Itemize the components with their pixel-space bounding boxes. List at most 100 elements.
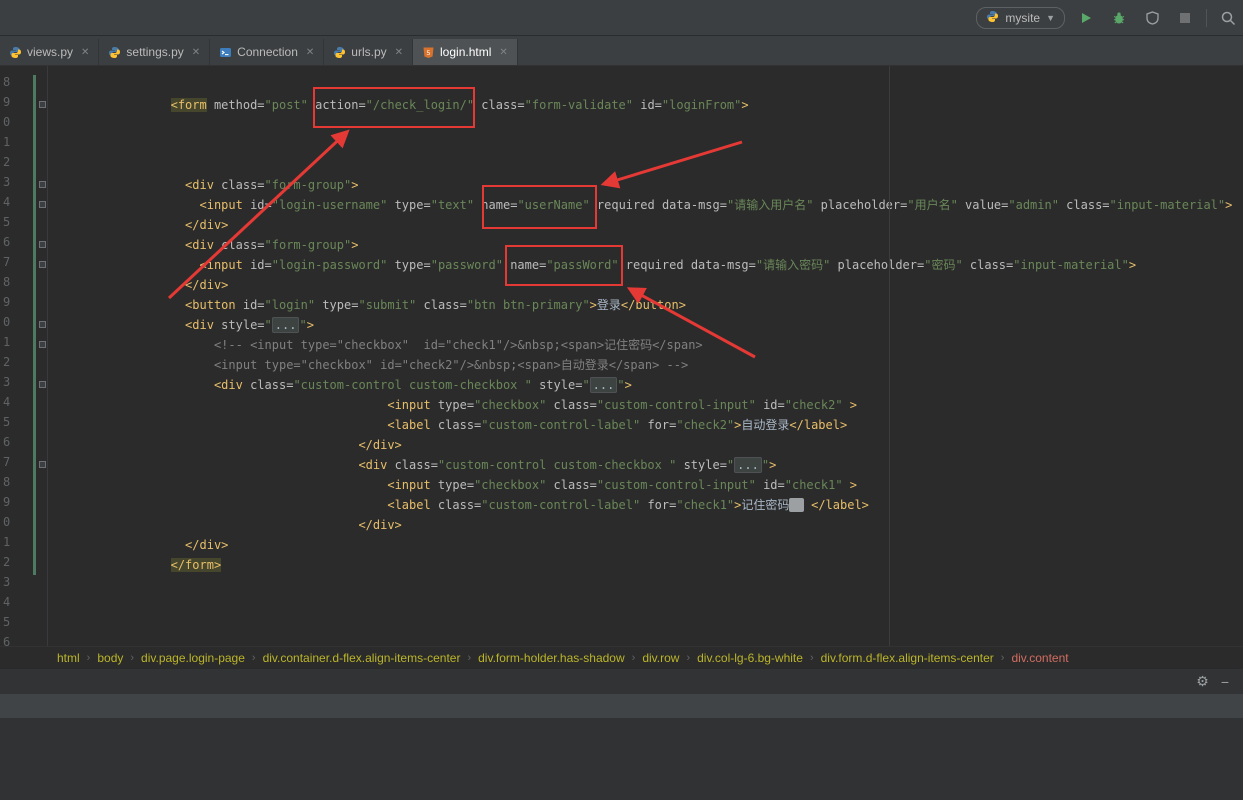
tab-label: settings.py [126,45,184,59]
code-line: <label class="custom-control-label" for=… [387,418,848,432]
chevron-down-icon: ▼ [1046,12,1055,23]
tool-window-content [0,718,1243,800]
line-number: 4 [3,195,11,209]
fold-marker-icon[interactable] [39,461,46,468]
line-number: 4 [3,395,11,409]
close-tab-icon[interactable]: ✕ [395,47,403,58]
line-number: 2 [3,555,11,569]
breadcrumb-separator-icon: › [686,651,691,664]
line-number: 0 [3,515,11,529]
code-line: </div> [185,218,229,232]
tab-login.html[interactable]: 5 login.html ✕ [413,39,518,65]
fold-marker-icon[interactable] [39,241,46,248]
line-number: 3 [3,575,11,589]
html-file-icon: 5 [422,46,435,59]
gear-icon[interactable]: ⚙ [1196,673,1209,690]
breadcrumb-item[interactable]: div.col-lg-6.bg-white [697,651,803,665]
fold-marker-icon[interactable] [39,321,46,328]
breadcrumb-item[interactable]: div.container.d-flex.align-items-center [263,651,461,665]
line-number: 3 [3,175,11,189]
breadcrumb-item[interactable]: html [57,651,80,665]
tab-Connection[interactable]: Connection ✕ [210,39,325,65]
bug-icon [1113,12,1125,23]
breadcrumb-item[interactable]: div.form-holder.has-shadow [478,651,625,665]
close-tab-icon[interactable]: ✕ [306,47,314,58]
fold-marker-icon[interactable] [39,181,46,188]
line-number: 2 [3,355,11,369]
breadcrumb-separator-icon: › [467,651,472,664]
breadcrumb-separator-icon: › [631,651,636,664]
code-line: <!-- <input type="checkbox" id="check1"/… [213,338,703,352]
code-line: <div class="custom-control custom-checkb… [213,377,632,393]
close-tab-icon[interactable]: ✕ [192,47,200,58]
search-everywhere-button[interactable] [1216,6,1240,30]
editor-gutter[interactable]: 8 9 0 1 2 3 4 5 6 7 8 9 0 1 2 3 4 5 6 7 8 9 0 1 2 3 4 5 6 [0,66,48,646]
line-number: 6 [3,435,11,449]
breadcrumb-separator-icon: › [251,651,256,664]
fold-marker-icon[interactable] [39,101,46,108]
python-file-icon [333,46,346,59]
breadcrumb-item[interactable]: div.page.login-page [141,651,245,665]
stop-icon [1180,12,1190,23]
code-line: <button id="login" type="submit" class="… [185,298,686,312]
fold-marker-icon[interactable] [39,201,46,208]
vcs-change-marker [33,75,36,575]
breadcrumb-separator-icon: › [130,651,135,664]
code-line: </div> [358,438,402,452]
run-button[interactable] [1074,6,1098,30]
code-line: <form method="post" action="/check_login… [170,98,749,112]
code-line: <div class="custom-control custom-checkb… [358,457,777,473]
line-number: 9 [3,495,11,509]
code-line: <div style="... "> [185,317,314,333]
line-number: 7 [3,455,11,469]
debug-button[interactable] [1107,6,1131,30]
line-number: 1 [3,335,11,349]
fold-marker-icon[interactable] [39,381,46,388]
code-line: <div class="form-group"> [185,238,359,252]
breadcrumb-separator-icon: › [86,651,91,664]
code-line: <input type="checkbox" id="check2"/>&nbs… [213,358,689,372]
fold-marker-icon[interactable] [39,261,46,268]
close-tab-icon[interactable]: ✕ [499,47,507,58]
tab-urls.py[interactable]: urls.py ✕ [324,39,414,65]
line-number: 4 [3,595,11,609]
breadcrumb-item[interactable]: div.content [1011,651,1068,665]
code-line: </form> [170,558,222,572]
code-area[interactable]: <form method="post" action="/check_login… [48,66,1243,646]
line-number: 5 [3,215,11,229]
python-file-icon [9,46,22,59]
breadcrumb-item[interactable]: div.form.d-flex.align-items-center [821,651,994,665]
tool-window-header: ⚙ − [0,668,1243,694]
line-number: 3 [3,375,11,389]
line-number: 9 [3,295,11,309]
breadcrumb-item[interactable]: body [97,651,123,665]
close-tab-icon[interactable]: ✕ [81,47,89,58]
run-with-coverage-button[interactable] [1140,6,1164,30]
code-editor[interactable]: 8 9 0 1 2 3 4 5 6 7 8 9 0 1 2 3 4 5 6 7 8 9 0 1 2 3 4 5 6 <form meth… [0,66,1243,646]
tab-views.py[interactable]: views.py ✕ [0,39,100,65]
line-number: 9 [3,95,11,109]
code-line: <input id="login-password" type="passwor… [199,258,1137,272]
hide-panel-icon[interactable]: − [1221,674,1229,690]
line-number: 7 [3,255,11,269]
code-line: </div> [185,538,229,552]
search-icon [1221,11,1236,25]
right-margin-guide [889,66,890,646]
tab-label: views.py [27,45,74,59]
stop-button[interactable] [1173,6,1197,30]
fold-marker-icon[interactable] [39,341,46,348]
code-line: <input id="login-username" type="text" n… [199,198,1233,212]
breadcrumb: html › body › div.page.login-page › div.contai… [0,646,1243,668]
line-number: 6 [3,635,11,646]
line-number: 0 [3,115,11,129]
breadcrumb-item[interactable]: div.row [642,651,679,665]
code-line: <label class="custom-control-label" for=… [387,498,869,512]
line-number: 0 [3,315,11,329]
breadcrumb-separator-icon: › [809,651,814,664]
tab-settings.py[interactable]: settings.py ✕ [99,39,211,65]
line-number: 8 [3,275,11,289]
run-config-selector[interactable]: mysite ▼ [976,6,1065,29]
